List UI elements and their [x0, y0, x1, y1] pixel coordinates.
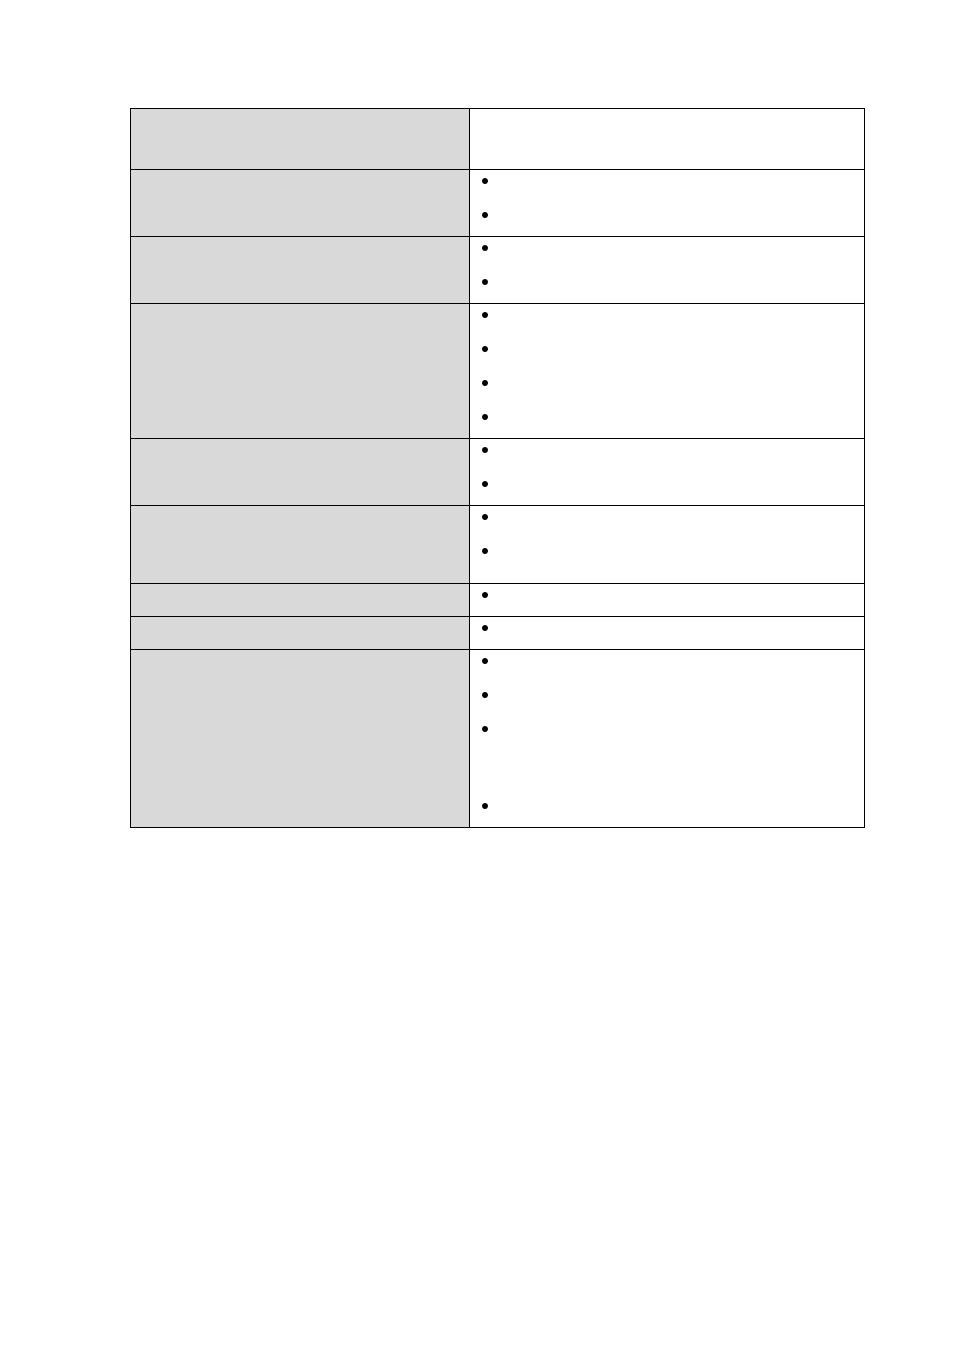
spacer [482, 465, 856, 479]
list-item [482, 277, 856, 297]
bullet-icon [482, 803, 488, 809]
bullet-icon [482, 726, 488, 732]
spacer [482, 532, 856, 546]
spacer [482, 676, 856, 690]
bullet-icon [482, 212, 488, 218]
list-item [482, 546, 856, 577]
table-row [131, 650, 865, 827]
spacer [482, 263, 856, 277]
spacer [482, 330, 856, 344]
table-row [131, 439, 865, 506]
bullet-icon [482, 245, 488, 251]
list-item [482, 656, 856, 676]
row-content-cell [470, 584, 865, 617]
bullet-icon [482, 447, 488, 453]
spacer [482, 364, 856, 378]
row-label-cell [131, 304, 470, 439]
list-item [482, 512, 856, 532]
table-row [131, 584, 865, 617]
list-item [482, 412, 856, 432]
bullet-icon [482, 279, 488, 285]
bullet-icon [482, 658, 488, 664]
row-label-cell [131, 617, 470, 650]
row-content-cell [470, 170, 865, 237]
bullet-icon [482, 312, 488, 318]
spacer [482, 196, 856, 210]
bullet-icon [482, 692, 488, 698]
row-content-cell [470, 439, 865, 506]
list-item [482, 344, 856, 364]
row-label-cell [131, 237, 470, 304]
row-label-cell [131, 109, 470, 170]
table-row [131, 506, 865, 584]
spacer [482, 398, 856, 412]
content-table [130, 108, 865, 828]
bullet-icon [482, 481, 488, 487]
table-row [131, 170, 865, 237]
table-row [131, 617, 865, 650]
bullet-icon [482, 346, 488, 352]
row-content-cell [470, 506, 865, 584]
bullet-icon [482, 380, 488, 386]
bullet-icon [482, 592, 488, 598]
bullet-icon [482, 178, 488, 184]
spacer [482, 710, 856, 724]
row-content-cell [470, 304, 865, 439]
list-item [482, 210, 856, 230]
bullet-text [500, 724, 856, 786]
row-label-cell [131, 506, 470, 584]
bullet-text [500, 546, 856, 577]
row-label-cell [131, 650, 470, 827]
list-item [482, 310, 856, 330]
bullet-icon [482, 625, 488, 631]
row-label-cell [131, 170, 470, 237]
list-item [482, 801, 856, 821]
row-content-cell [470, 237, 865, 304]
spacer [482, 787, 856, 801]
bullet-icon [482, 414, 488, 420]
row-content-cell [470, 617, 865, 650]
list-item [482, 378, 856, 398]
list-item [482, 590, 856, 610]
row-label-cell [131, 584, 470, 617]
bullet-icon [482, 514, 488, 520]
list-item [482, 243, 856, 263]
list-item [482, 176, 856, 196]
list-item [482, 690, 856, 710]
table-row [131, 237, 865, 304]
document-page: { "rows": [ { "left": "", "bullets": [] … [0, 0, 954, 1351]
bullet-icon [482, 548, 488, 554]
list-item [482, 724, 856, 786]
table-row [131, 109, 865, 170]
table-row [131, 304, 865, 439]
list-item [482, 445, 856, 465]
row-label-cell [131, 439, 470, 506]
list-item [482, 479, 856, 499]
row-content-cell [470, 650, 865, 827]
list-item [482, 623, 856, 643]
row-content-cell [470, 109, 865, 170]
